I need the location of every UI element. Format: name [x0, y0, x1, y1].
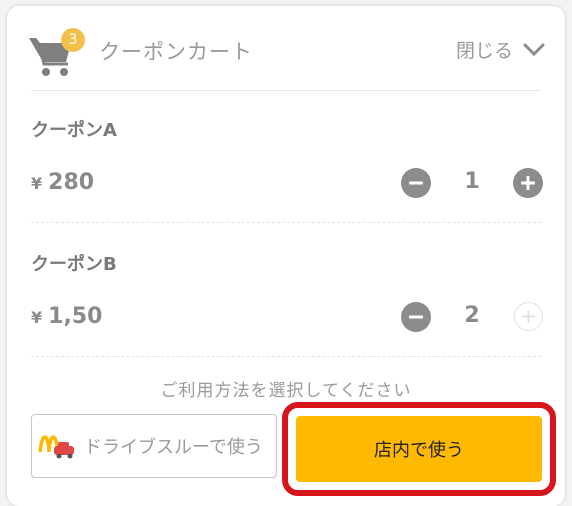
quantity-stepper-a: 1: [401, 168, 543, 198]
in-store-highlight-frame: 店内で使う: [282, 402, 556, 496]
increase-button-a[interactable]: [513, 168, 543, 198]
quantity-value-a: 1: [464, 169, 480, 194]
quantity-value-b: 2: [464, 303, 480, 328]
minus-icon: [409, 315, 423, 319]
plus-icon: [522, 310, 535, 323]
cart-header: 3 クーポンカート 閉じる: [7, 6, 565, 90]
coupon-name-b: クーポンB: [31, 254, 117, 275]
quantity-stepper-b: 2: [401, 302, 543, 332]
close-button[interactable]: 閉じる: [456, 36, 545, 63]
price-value: 1,50: [48, 304, 103, 329]
chevron-down-icon: [523, 43, 545, 56]
in-store-button[interactable]: 店内で使う: [296, 416, 542, 482]
drive-thru-button[interactable]: ドライブスルーで使う: [31, 414, 277, 478]
coupon-price-b: ¥1,50: [31, 304, 102, 329]
minus-icon: [409, 181, 423, 185]
usage-instruction: ご利用方法を選択してください: [160, 381, 412, 401]
cart-title: クーポンカート: [99, 40, 253, 64]
in-store-label: 店内で使う: [374, 440, 464, 461]
price-value: 280: [48, 170, 95, 195]
cart-count-badge: 3: [61, 28, 85, 52]
header-divider: [31, 90, 541, 91]
drive-thru-label: ドライブスルーで使う: [84, 437, 263, 458]
plus-icon: [521, 176, 535, 190]
decrease-button-a[interactable]: [401, 168, 431, 198]
increase-button-b[interactable]: [514, 302, 543, 331]
row-divider: [31, 222, 541, 223]
cart-icon-wrapper: 3: [27, 28, 85, 78]
row-divider: [31, 356, 541, 357]
coupon-price-a: ¥280: [31, 170, 94, 195]
coupon-name-a: クーポンA: [31, 120, 117, 141]
currency-symbol: ¥: [31, 174, 43, 193]
coupon-cart-panel: 3 クーポンカート 閉じる クーポンA ¥280 1 クーポンB ¥ 1,50 …: [7, 6, 565, 506]
currency-symbol: ¥: [31, 308, 43, 327]
mcdonalds-drive-thru-icon: [38, 426, 78, 466]
decrease-button-b[interactable]: [401, 302, 431, 332]
close-label: 閉じる: [455, 40, 513, 62]
